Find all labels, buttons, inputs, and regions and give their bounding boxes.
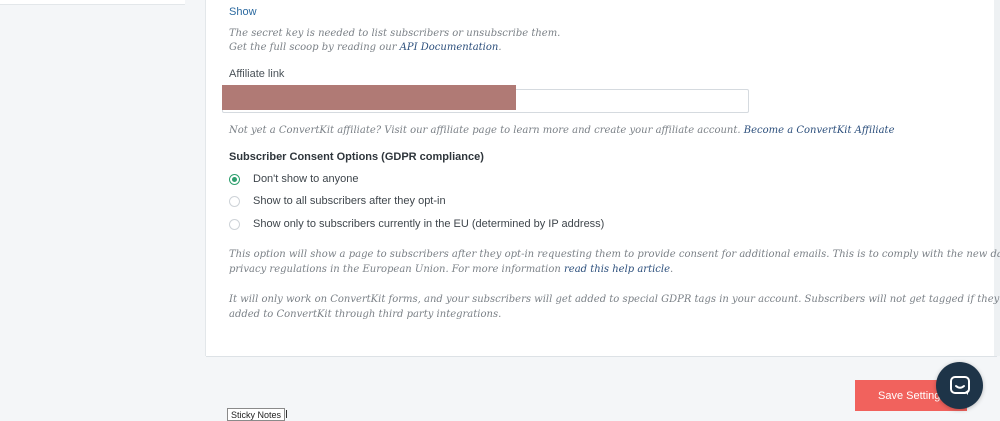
api-docs-description: Get the full scoop by reading our API Do… xyxy=(229,42,502,53)
consent-option-label: Show to all subscribers after they opt-i… xyxy=(253,195,446,207)
consent-option-label: Don't show to anyone xyxy=(253,173,359,185)
gdpr-forms-note-line1: It will only work on ConvertKit forms, a… xyxy=(229,294,1000,305)
consent-option-label: Show only to subscribers currently in th… xyxy=(253,218,605,230)
api-docs-prefix: Get the full scoop by reading our xyxy=(229,42,400,53)
text-cursor xyxy=(286,410,287,418)
gdpr-description-line2: privacy regulations in the European Unio… xyxy=(229,264,673,275)
gdpr-description-prefix: privacy regulations in the European Unio… xyxy=(229,264,564,275)
api-docs-suffix: . xyxy=(498,42,502,53)
consent-option-all-subscribers[interactable]: Show to all subscribers after they opt-i… xyxy=(229,193,446,209)
affiliate-link-label: Affiliate link xyxy=(229,68,285,80)
gdpr-heading: Subscriber Consent Options (GDPR complia… xyxy=(229,151,484,163)
chat-bubble-icon[interactable] xyxy=(936,362,983,409)
gdpr-forms-note-line2: added to ConvertKit through third party … xyxy=(229,309,502,320)
left-sidebar-stub xyxy=(0,0,185,5)
radio-dont-show[interactable] xyxy=(229,173,240,185)
become-affiliate-link[interactable]: Become a ConvertKit Affiliate xyxy=(744,125,895,136)
gdpr-description-line1: This option will show a page to subscrib… xyxy=(229,249,1000,260)
secret-key-description: The secret key is needed to list subscri… xyxy=(229,28,561,39)
gdpr-description-suffix: . xyxy=(670,264,674,275)
show-secret-key-link[interactable]: Show xyxy=(229,6,257,18)
help-article-link[interactable]: read this help article xyxy=(564,264,670,275)
redacted-affiliate-value xyxy=(222,85,516,110)
consent-option-eu-only[interactable]: Show only to subscribers currently in th… xyxy=(229,216,604,232)
affiliate-note-text: Not yet a ConvertKit affiliate? Visit ou… xyxy=(229,125,744,136)
left-sidebar xyxy=(0,0,206,356)
radio-eu-only[interactable] xyxy=(229,218,240,230)
sticky-notes-tooltip: Sticky Notes xyxy=(227,408,286,421)
affiliate-note: Not yet a ConvertKit affiliate? Visit ou… xyxy=(229,125,895,136)
api-documentation-link[interactable]: API Documentation xyxy=(400,42,499,53)
radio-all-subscribers[interactable] xyxy=(229,195,240,207)
consent-option-dont-show[interactable]: Don't show to anyone xyxy=(229,171,358,187)
chat-bubble-glyph xyxy=(949,375,970,395)
